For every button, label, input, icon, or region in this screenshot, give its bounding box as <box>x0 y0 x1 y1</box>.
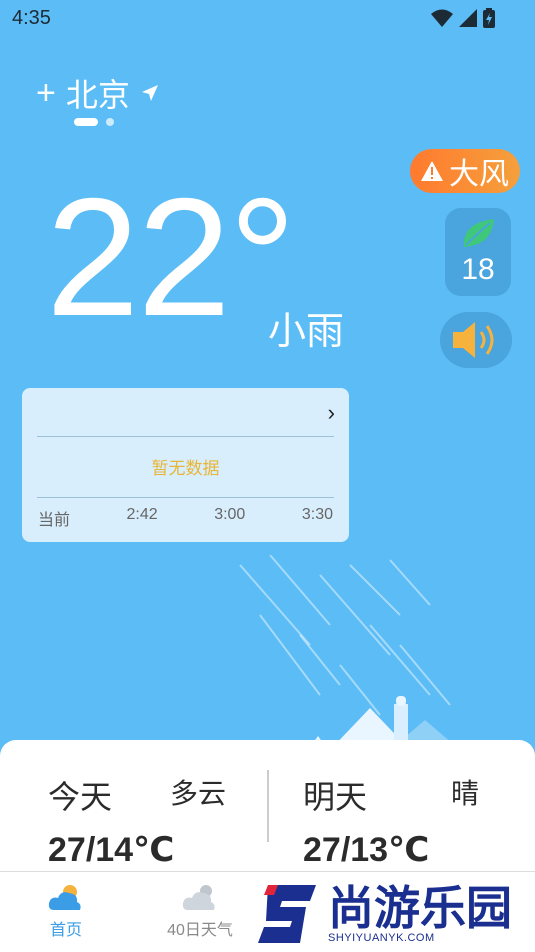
time-label: 当前 <box>38 512 71 529</box>
city-selector[interactable]: + 北京 <box>36 70 160 116</box>
partly-cloudy-icon <box>48 885 81 910</box>
divider <box>37 436 334 437</box>
chevron-right-icon[interactable]: › <box>328 400 335 426</box>
time-label: 2:42 <box>126 506 158 523</box>
status-icons <box>431 8 495 28</box>
logo-s-icon <box>258 885 316 943</box>
time-label: 3:00 <box>214 506 246 523</box>
location-arrow-icon <box>141 85 158 101</box>
leaf-icon <box>463 219 494 247</box>
today-condition: 多云 <box>170 778 227 809</box>
tomorrow-temperature: 27/13℃ <box>303 831 430 869</box>
warning-icon <box>421 161 443 181</box>
wifi-icon <box>431 9 453 27</box>
watermark-title: 尚游乐园 <box>328 882 512 934</box>
tomorrow-condition: 晴 <box>451 778 480 809</box>
status-time: 4:35 <box>12 7 51 29</box>
today-label: 今天 <box>48 779 113 815</box>
precipitation-card[interactable]: › 暂无数据 当前 2:42 3:00 3:30 <box>22 388 349 542</box>
weather-alert-badge[interactable]: 大风 <box>410 149 520 193</box>
status-bar: 4:35 <box>0 0 535 36</box>
nav-tab-home-label: 首页 <box>49 922 82 939</box>
battery-icon <box>483 8 495 28</box>
add-city-button[interactable]: + <box>36 76 56 110</box>
current-temperature: 22° <box>46 163 296 351</box>
no-data-text: 暂无数据 <box>151 459 220 478</box>
time-label: 3:30 <box>301 506 333 523</box>
cloud-sun-icon <box>182 885 215 910</box>
aqi-badge[interactable]: 18 <box>445 208 511 296</box>
aqi-value: 18 <box>461 253 495 286</box>
two-day-forecast: 今天 多云 27/14℃ 明天 晴 27/13℃ <box>0 740 535 880</box>
nav-tab-40day-label: 40日天气 <box>167 922 233 939</box>
watermark-logo: 尚游乐园 SHYIYUANYK.COM <box>256 880 531 948</box>
page-dot-active <box>74 118 98 126</box>
nav-tab-40day[interactable]: 40日天气 <box>150 882 250 940</box>
forecast-divider <box>267 770 269 842</box>
city-name: 北京 <box>65 77 130 113</box>
alert-text: 大风 <box>449 158 509 191</box>
signal-icon <box>459 9 477 27</box>
current-condition: 小雨 <box>268 311 345 353</box>
nav-tab-home[interactable]: 首页 <box>16 882 116 940</box>
page-dot <box>106 118 114 126</box>
time-axis: 当前 2:42 3:00 3:30 <box>38 506 333 530</box>
speaker-icon <box>453 322 494 358</box>
divider <box>37 497 334 498</box>
page-indicator <box>74 118 114 126</box>
today-temperature: 27/14℃ <box>48 831 175 869</box>
voice-broadcast-button[interactable] <box>440 312 512 368</box>
tomorrow-label: 明天 <box>303 779 368 815</box>
